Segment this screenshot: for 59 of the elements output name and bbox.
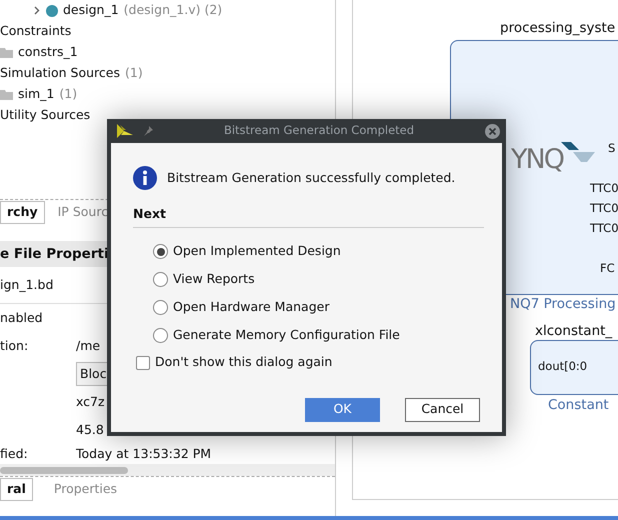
property-label: tion: xyxy=(0,338,28,353)
radio-option[interactable]: Generate Memory Configuration File xyxy=(153,322,484,350)
tree-detail: (design_1.v) (2) xyxy=(124,1,222,20)
block-name: processing_syste xyxy=(500,19,616,38)
block-name: xlconstant_ xyxy=(535,322,612,341)
tree-label: design_1 xyxy=(63,1,119,20)
dot-icon xyxy=(46,4,58,16)
property-value: xc7z xyxy=(76,392,105,411)
radio-icon[interactable] xyxy=(153,244,168,260)
tree-item[interactable]: design_1 (design_1.v) (2) xyxy=(0,0,335,21)
port-label: TTC0 xyxy=(590,220,618,237)
info-icon xyxy=(133,166,157,190)
tab[interactable]: rchy xyxy=(0,201,45,224)
property-value: /me xyxy=(76,336,100,355)
tree-item[interactable]: Simulation Sources (1) xyxy=(0,63,335,84)
tab[interactable]: ral xyxy=(0,478,33,501)
pin-icon[interactable] xyxy=(143,126,153,136)
property-value: 45.8 xyxy=(76,420,104,439)
radio-icon[interactable] xyxy=(153,272,168,288)
port-label: TTC0 xyxy=(590,200,618,217)
ok-button[interactable]: OK xyxy=(305,398,380,422)
dialog-title: Bitstream Generation Completed xyxy=(222,122,416,140)
tree-label: Simulation Sources xyxy=(0,64,120,82)
tree-count: (1) xyxy=(125,64,143,82)
tree-count: (1) xyxy=(59,85,78,104)
option-label: Generate Memory Configuration File xyxy=(173,326,400,344)
block-caption: NQ7 Processing xyxy=(510,295,616,314)
close-icon[interactable] xyxy=(485,124,500,138)
radio-icon[interactable] xyxy=(153,328,168,344)
folder-icon xyxy=(0,47,13,58)
option-label: View Reports xyxy=(173,270,255,288)
checkbox[interactable] xyxy=(136,356,150,370)
radio-icon[interactable] xyxy=(153,300,168,316)
tree-item[interactable]: Constraints xyxy=(0,21,335,42)
chevron-icon[interactable] xyxy=(32,6,41,15)
logo-icon xyxy=(115,124,133,138)
section-heading: Next xyxy=(133,205,484,228)
tree-item[interactable]: sim_1 (1) xyxy=(0,84,335,105)
property-label: fied: xyxy=(0,446,28,462)
checkbox-label: Don't show this dialog again xyxy=(155,353,332,372)
tree-label: constrs_1 xyxy=(18,43,78,62)
port-label: FC xyxy=(600,260,615,277)
cancel-button[interactable]: Cancel xyxy=(405,398,480,422)
constant-block[interactable] xyxy=(530,340,618,395)
tree-label: Constraints xyxy=(0,22,72,40)
port-label: dout[0:0 xyxy=(538,358,588,375)
block-caption: Constant xyxy=(548,396,609,415)
tree-item[interactable]: constrs_1 xyxy=(0,42,335,63)
port-label: TTC0 xyxy=(590,180,618,197)
status-text: nabled xyxy=(0,308,43,327)
port-label: S xyxy=(608,140,616,157)
folder-icon xyxy=(0,89,13,100)
tab[interactable]: Properties xyxy=(46,478,124,501)
tree-label: sim_1 xyxy=(18,85,54,104)
message-text: Bitstream Generation successfully completed. xyxy=(167,168,456,187)
property-value: Today at 13:53:32 PM xyxy=(76,445,212,464)
tree-label: Utility Sources xyxy=(0,106,90,124)
logo-text: YNQ xyxy=(511,143,563,177)
horizontal-scrollbar[interactable] xyxy=(0,464,335,476)
